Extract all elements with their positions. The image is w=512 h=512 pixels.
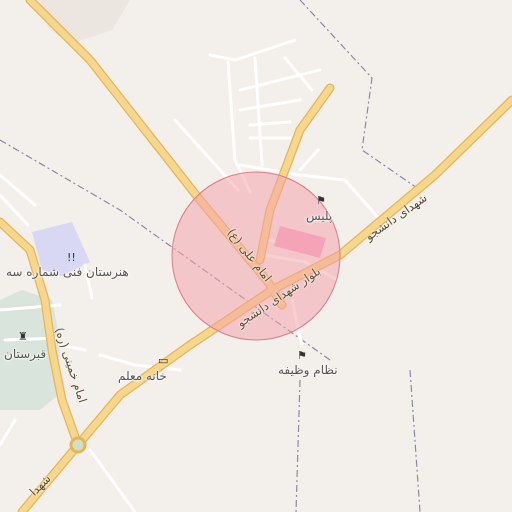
teacher-house-icon[interactable]: ▭	[158, 355, 168, 366]
roundabout	[69, 436, 87, 454]
police-icon[interactable]: ⚑	[316, 195, 326, 206]
cemetery-icon[interactable]: ♜	[18, 331, 28, 342]
school-icon[interactable]: !!	[67, 252, 76, 263]
police-label[interactable]: پلیس	[306, 209, 332, 223]
military-icon[interactable]: ⚑	[297, 350, 307, 361]
map-canvas[interactable]: ⚑ !! ♜ ▭ ⚑ پلیس هنرستان فنی شماره سه قبر…	[0, 0, 512, 512]
military-label[interactable]: نظام وظیفه	[278, 363, 338, 377]
cemetery-label[interactable]: قبرستان	[4, 347, 46, 361]
school-label[interactable]: هنرستان فنی شماره سه	[6, 265, 129, 279]
teacher-house-label[interactable]: خانه معلم	[118, 369, 167, 383]
